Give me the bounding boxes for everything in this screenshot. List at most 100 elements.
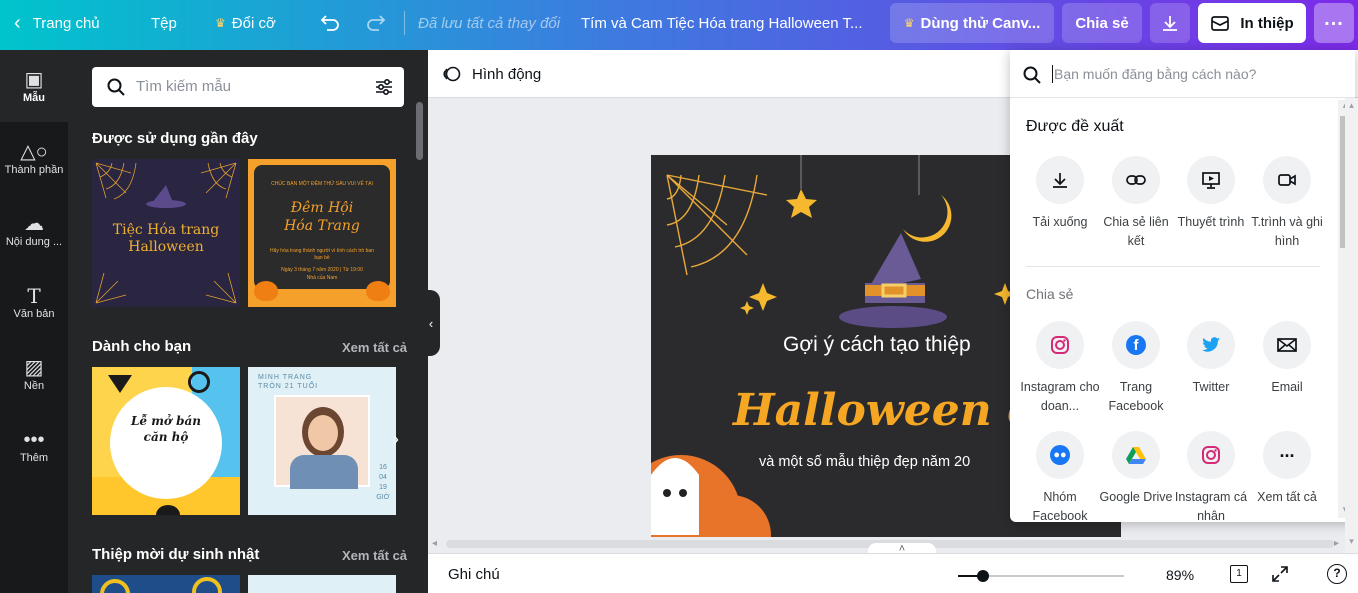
notes-button[interactable]: Ghi chú xyxy=(448,566,500,583)
template-thumbnail[interactable]: Lễ mở bán căn hộ xyxy=(92,367,240,515)
carousel-next-icon[interactable]: › xyxy=(393,429,399,450)
print-button[interactable]: In thiệp xyxy=(1198,3,1306,43)
template-thumbnail[interactable]: CHÚC BẠN MỘT ĐÊM THỨ SÁU VUI VẺ TẠI Đêm … xyxy=(248,159,396,307)
design-caption[interactable]: và một số mẫu thiệp đẹp năm 20 xyxy=(759,454,970,470)
filter-icon[interactable] xyxy=(374,77,394,97)
template-search-input[interactable]: Tìm kiếm mẫu xyxy=(136,78,231,95)
divider xyxy=(404,11,405,35)
background-pattern-icon: ▨ xyxy=(24,357,44,379)
facebook-group-option[interactable]: ●● Nhóm Facebook xyxy=(1020,431,1100,522)
template-search[interactable]: Tìm kiếm mẫu xyxy=(92,67,404,107)
home-button[interactable]: ‹ Trang chủ xyxy=(14,0,100,46)
animate-label: Hình động xyxy=(472,65,542,83)
undo-icon xyxy=(320,15,339,31)
shapes-icon: △○ xyxy=(20,141,48,163)
present-icon xyxy=(1187,156,1235,204)
rail-item-more[interactable]: ••• Thêm xyxy=(0,410,68,482)
share-search-input[interactable]: Bạn muốn đăng bằng cách nào? xyxy=(1054,66,1256,82)
page-vertical-scrollbar[interactable]: ▴ ▾ xyxy=(1345,98,1358,553)
try-canva-label: Dùng thử Canv... xyxy=(920,14,1041,32)
email-option[interactable]: Email xyxy=(1247,321,1327,397)
google-drive-option[interactable]: Google Drive xyxy=(1096,431,1176,507)
scroll-up-icon[interactable]: ▴ xyxy=(1345,100,1358,111)
facebook-page-option[interactable]: f Trang Facebook xyxy=(1096,321,1176,416)
template-thumbnail[interactable] xyxy=(248,575,396,593)
share-section-title: Chia sẻ xyxy=(1026,286,1074,302)
redo-button[interactable] xyxy=(365,0,387,46)
rail-label: Mẫu xyxy=(23,92,45,104)
rail-label: Văn bản xyxy=(13,308,55,320)
google-drive-icon xyxy=(1112,431,1160,479)
resize-label: Đổi cỡ xyxy=(231,14,276,32)
bottom-bar: Ghi chú 89% 1 ? xyxy=(428,553,1358,593)
thumb-title-2: Halloween xyxy=(128,239,204,255)
top-bar: ‹ Trang chủ Tệp ♛ Đổi cỡ Đã lưu tất cả t… xyxy=(0,0,1358,50)
download-option[interactable]: Tải xuống xyxy=(1020,156,1100,232)
record-icon xyxy=(1263,156,1311,204)
search-icon xyxy=(107,78,125,96)
scroll-right-icon[interactable]: ▸ xyxy=(1334,538,1339,549)
thumb-date-part: 19 xyxy=(379,484,387,491)
document-title[interactable]: Tím và Cam Tiệc Hóa trang Halloween T... xyxy=(581,0,863,46)
undo-button[interactable] xyxy=(319,0,341,46)
page-count-button[interactable]: 1 xyxy=(1230,565,1248,583)
panel-scrollbar[interactable] xyxy=(416,102,423,160)
thumb-date-text: Ngày 3 tháng 7 năm 2020 | Từ 19:00 xyxy=(281,267,363,273)
recent-section-title: Được sử dụng gần đây xyxy=(92,130,258,147)
option-label: Chia sẻ liên kết xyxy=(1103,215,1169,248)
rail-label: Thêm xyxy=(19,452,49,464)
facebook-icon: f xyxy=(1112,321,1160,369)
instagram-business-option[interactable]: Instagram cho doan... xyxy=(1020,321,1100,416)
thumb-place-text: Nhà của Nam xyxy=(306,275,338,281)
instagram-personal-option[interactable]: Instagram cá nhân xyxy=(1171,431,1251,522)
design-subheading[interactable]: Gợi ý cách tạo thiệp xyxy=(783,333,971,357)
thumb-title-2: Hóa Trang xyxy=(284,218,360,234)
share-button[interactable]: Chia sẻ xyxy=(1062,3,1142,43)
present-record-option[interactable]: T.trình và ghi hình xyxy=(1247,156,1327,251)
share-search[interactable]: Bạn muốn đăng bằng cách nào? xyxy=(1010,50,1355,98)
see-all-option[interactable]: ... Xem tất cả xyxy=(1247,431,1327,507)
scroll-left-icon[interactable]: ◂ xyxy=(432,538,437,549)
template-thumbnail[interactable] xyxy=(92,575,240,593)
more-options-button[interactable]: ... xyxy=(1314,3,1354,43)
twitter-option[interactable]: Twitter xyxy=(1171,321,1251,397)
option-label: Instagram cá nhân xyxy=(1174,490,1248,522)
zoom-slider[interactable] xyxy=(958,570,1124,582)
template-thumbnail[interactable]: MINH TRANG TRÒN 21 TUỔI 16 04 19 GIỜ xyxy=(248,367,396,515)
share-link-option[interactable]: Chia sẻ liên kết xyxy=(1096,156,1176,251)
text-icon: T xyxy=(27,284,41,308)
animate-icon xyxy=(443,66,461,82)
zoom-percentage[interactable]: 89% xyxy=(1166,567,1194,583)
download-icon xyxy=(1163,16,1177,31)
fullscreen-icon[interactable] xyxy=(1271,565,1289,583)
rail-item-background[interactable]: ▨ Nền xyxy=(0,338,68,410)
rail-item-templates[interactable]: ▣ Mẫu xyxy=(0,50,68,122)
resize-button[interactable]: ♛ Đổi cỡ xyxy=(215,0,276,46)
option-label: Thuyết trình xyxy=(1177,215,1245,229)
search-icon xyxy=(1023,66,1041,84)
try-canva-pro-button[interactable]: ♛ Dùng thử Canv... xyxy=(890,3,1054,43)
thumb-date-part: 04 xyxy=(379,474,387,481)
thumb-name: MINH TRANG xyxy=(258,374,313,381)
zoom-slider-handle[interactable] xyxy=(977,570,989,582)
save-status: Đã lưu tất cả thay đổi xyxy=(418,14,561,32)
animate-button[interactable]: Hình động xyxy=(442,64,541,84)
for-you-section-title: Dành cho bạn xyxy=(92,338,192,355)
rail-item-elements[interactable]: △○ Thành phần xyxy=(0,122,68,194)
template-thumbnail[interactable]: Tiệc Hóa trang Halloween xyxy=(92,159,240,307)
collapse-panel-button[interactable]: ‹ xyxy=(422,290,440,356)
scroll-down-icon[interactable]: ▾ xyxy=(1345,536,1358,547)
see-all-link[interactable]: Xem tất cả xyxy=(342,340,407,355)
side-rail: ▣ Mẫu △○ Thành phần ☁ Nội dung ... T Văn… xyxy=(0,50,68,593)
help-button[interactable]: ? xyxy=(1327,564,1347,584)
file-menu-button[interactable]: Tệp xyxy=(151,0,177,46)
see-all-link[interactable]: Xem tất cả xyxy=(342,548,407,563)
download-button[interactable] xyxy=(1150,3,1190,43)
home-label: Trang chủ xyxy=(32,14,100,32)
thumb-date-part: GIỜ xyxy=(376,494,390,501)
rail-item-uploads[interactable]: ☁ Nội dung ... xyxy=(0,194,68,266)
rail-item-text[interactable]: T Văn bản xyxy=(0,266,68,338)
present-option[interactable]: Thuyết trình xyxy=(1171,156,1251,232)
pumpkin-icon xyxy=(254,281,278,301)
twitter-icon xyxy=(1187,321,1235,369)
